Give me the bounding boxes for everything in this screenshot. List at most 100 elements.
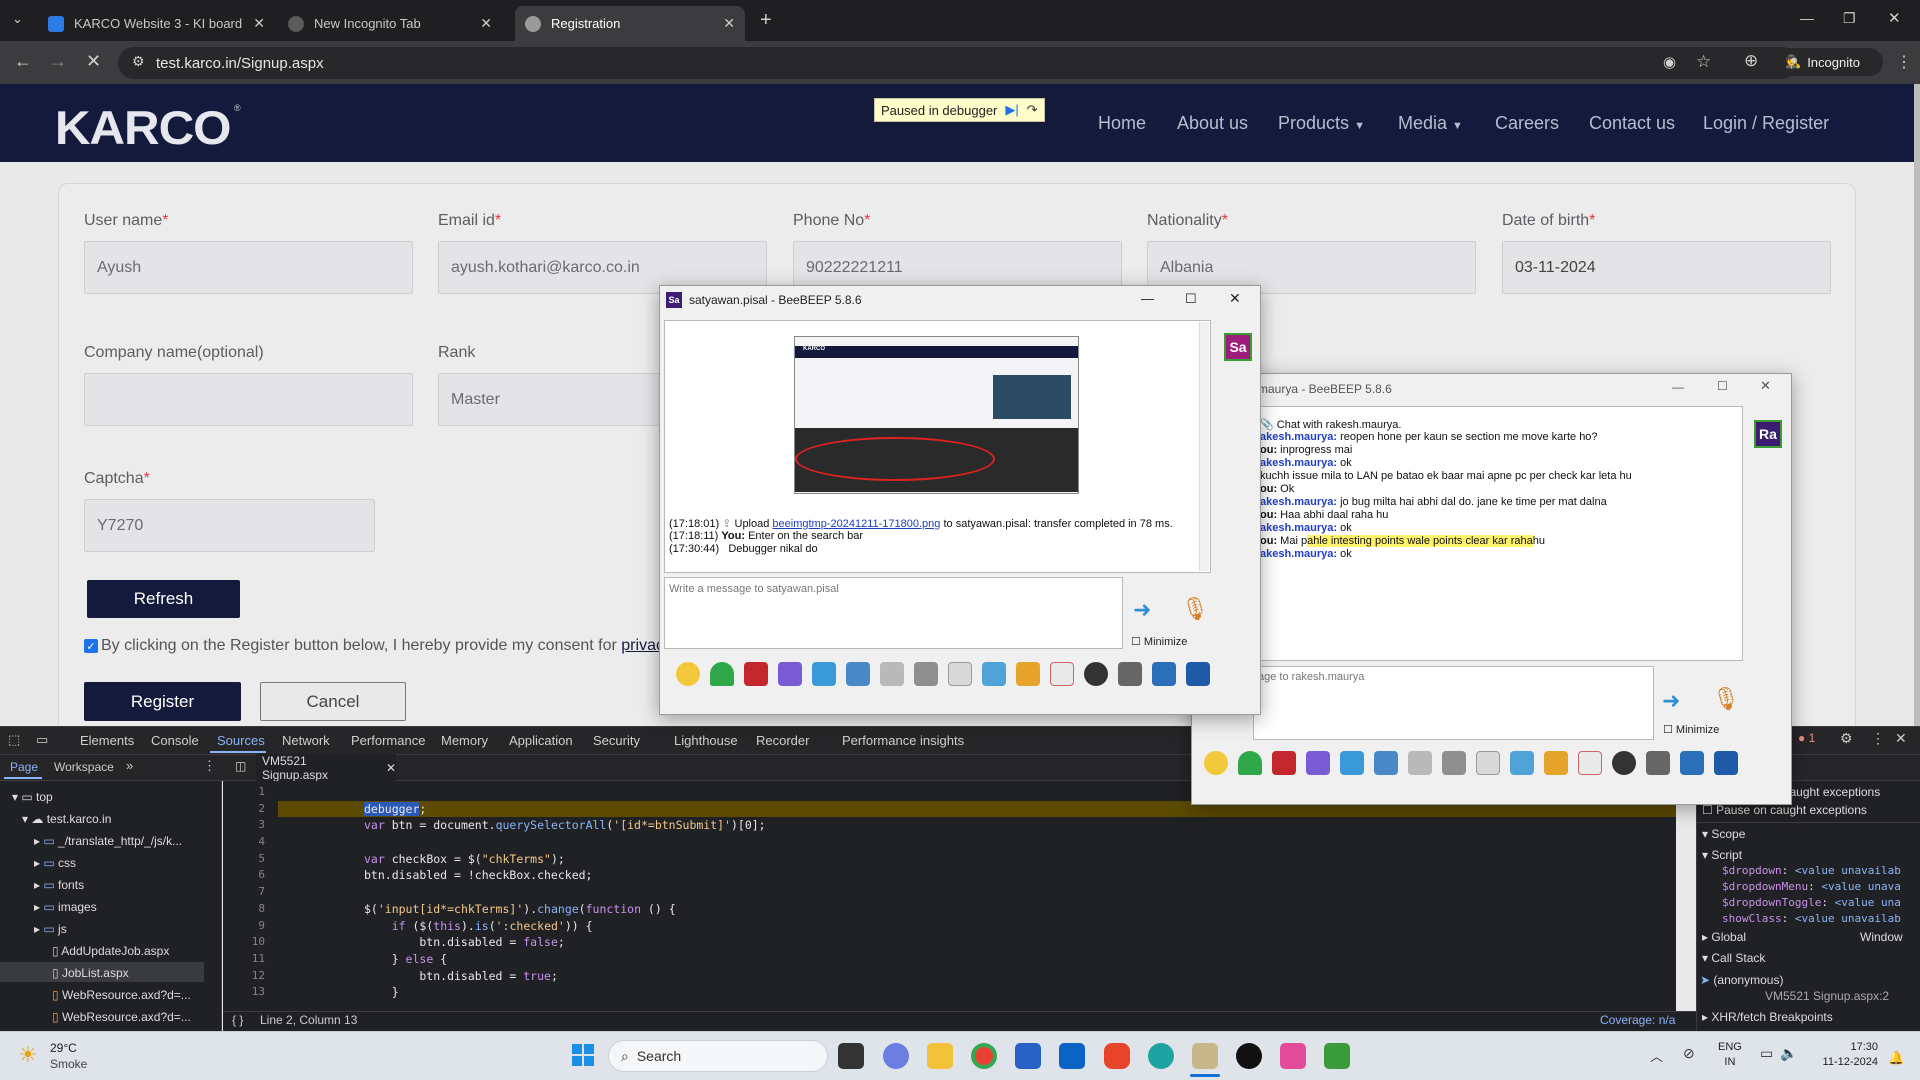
global-scope[interactable]: ▸ Global — [1702, 930, 1746, 944]
browser-tab-incognito[interactable]: New Incognito Tab ✕ — [278, 6, 502, 41]
tree-top[interactable]: ▾ ▭ top — [12, 790, 53, 804]
color-icon[interactable] — [710, 662, 734, 686]
close-tab-icon[interactable]: ✕ — [723, 15, 735, 32]
scope-section[interactable]: ▾ Scope — [1702, 827, 1745, 841]
send-file-icon[interactable] — [1544, 751, 1568, 775]
tree-folder-css[interactable]: ▸ ▭ css — [34, 856, 76, 870]
step-over-icon[interactable]: ↷ — [1027, 102, 1038, 118]
send-message-icon[interactable]: ➜ — [1133, 597, 1151, 623]
call-frame[interactable]: ➤ (anonymous) — [1700, 973, 1783, 987]
devtools-tab-recorder[interactable]: Recorder — [756, 733, 809, 748]
consent-checkbox[interactable]: ✓ — [84, 639, 98, 653]
devtools-menu-icon[interactable]: ⋮ — [1871, 730, 1885, 747]
new-tab-icon[interactable]: + — [760, 9, 772, 32]
restore-window-icon[interactable]: ❐ — [1843, 10, 1856, 27]
sources-tab-page[interactable]: Page — [10, 760, 38, 774]
dob-input[interactable]: 03-11-2024 — [1502, 241, 1831, 294]
nav-contact[interactable]: Contact us — [1589, 113, 1675, 134]
site-info-icon[interactable]: ⚙ — [132, 53, 145, 70]
voice-message-icon[interactable]: 🎙 — [1712, 686, 1740, 712]
more-tabs-chevron-icon[interactable]: » — [126, 758, 133, 773]
devtools-tab-memory[interactable]: Memory — [441, 733, 488, 748]
inspect-element-icon[interactable]: ⬚ — [8, 732, 20, 748]
close-window-icon[interactable]: ✕ — [1229, 290, 1241, 307]
spellcheck-icon[interactable] — [1408, 751, 1432, 775]
tree-file[interactable]: ▯ WebResource.axd?d=... — [52, 988, 191, 1002]
font-size-icon[interactable] — [914, 662, 938, 686]
obs-icon[interactable] — [1236, 1043, 1262, 1069]
devtools-tab-network[interactable]: Network — [282, 733, 330, 748]
nav-products[interactable]: Products ▼ — [1278, 113, 1365, 134]
maximize-window-icon[interactable]: ☐ — [1717, 379, 1728, 393]
tab-search-icon[interactable]: ⌄ — [12, 11, 23, 27]
copilot-icon[interactable] — [883, 1043, 909, 1069]
device-toolbar-icon[interactable]: ▭ — [36, 732, 48, 748]
minimize-window-icon[interactable]: — — [1800, 10, 1814, 26]
devtools-tab-lighthouse[interactable]: Lighthouse — [674, 733, 738, 748]
tree-folder-fonts[interactable]: ▸ ▭ fonts — [34, 878, 84, 892]
notifications-bell-icon[interactable]: 🔔 — [1888, 1050, 1904, 1066]
devtools-tab-application[interactable]: Application — [509, 733, 573, 748]
forward-icon[interactable]: → — [49, 51, 67, 72]
screenshot-icon[interactable] — [1612, 751, 1636, 775]
rank-select[interactable]: Master — [438, 373, 668, 426]
call-frame-location[interactable]: VM5521 Signup.aspx:2 — [1765, 989, 1889, 1003]
settings-gear-icon[interactable]: ⚙ — [1840, 730, 1853, 747]
snipping-tool-icon[interactable] — [1280, 1043, 1306, 1069]
devtools-tab-security[interactable]: Security — [593, 733, 640, 748]
close-tab-icon[interactable]: ✕ — [253, 15, 265, 32]
emoji-icon[interactable] — [676, 662, 700, 686]
minimize-option[interactable]: ☐ Minimize — [1663, 723, 1719, 736]
bookmark-star-icon[interactable]: ☆ — [1696, 52, 1711, 72]
username-input[interactable]: Ayush — [84, 241, 413, 294]
tree-file[interactable]: ▯ AddUpdateJob.aspx — [52, 944, 169, 958]
language-indicator[interactable]: ENG IN — [1718, 1040, 1742, 1070]
nav-careers[interactable]: Careers — [1495, 113, 1559, 134]
sound-icon[interactable] — [1476, 751, 1500, 775]
save-chat-icon[interactable] — [1510, 751, 1534, 775]
close-tab-icon[interactable]: ✕ — [480, 15, 492, 32]
folder-icon[interactable] — [1646, 751, 1670, 775]
nav-media[interactable]: Media ▼ — [1398, 113, 1463, 134]
minimize-window-icon[interactable]: — — [1141, 291, 1154, 306]
wps-office-icon[interactable] — [1104, 1043, 1130, 1069]
karco-logo[interactable]: KARCO — [55, 100, 232, 155]
show-hidden-icons-chevron-icon[interactable]: ︿ — [1650, 1046, 1663, 1065]
clock[interactable]: 17:30 11-12-2024 — [1818, 1040, 1878, 1070]
company-input[interactable] — [84, 373, 413, 426]
format-icon[interactable] — [1306, 751, 1330, 775]
menu-kebab-icon[interactable]: ⋮ — [1896, 52, 1912, 72]
close-devtools-icon[interactable]: ✕ — [1895, 730, 1907, 747]
incognito-badge[interactable]: 🕵 Incognito — [1773, 48, 1883, 76]
edge-icon[interactable] — [1148, 1043, 1174, 1069]
folder-icon[interactable] — [1118, 662, 1142, 686]
pause-caught-option[interactable]: ☐ Pause on caught exceptions — [1702, 803, 1867, 817]
eye-blocked-icon[interactable]: ◉ — [1663, 53, 1676, 71]
voice-message-icon[interactable]: 🎙 — [1181, 596, 1209, 622]
open-file-tab[interactable]: VM5521 Signup.aspx ✕ — [256, 754, 396, 782]
spellcheck-icon[interactable] — [880, 662, 904, 686]
register-button[interactable]: Register — [84, 682, 241, 721]
settings-gear-icon[interactable] — [1374, 751, 1398, 775]
send-file-icon[interactable] — [1016, 662, 1040, 686]
browser-tab-registration[interactable]: Registration ✕ — [515, 6, 745, 41]
resume-icon[interactable]: ▶| — [1005, 102, 1018, 118]
close-window-icon[interactable]: ✕ — [1888, 9, 1901, 27]
sources-tab-workspace[interactable]: Workspace — [54, 760, 114, 774]
font-icon[interactable] — [1272, 751, 1296, 775]
nav-login-register[interactable]: Login / Register — [1703, 113, 1829, 134]
settings-gear-icon[interactable] — [846, 662, 870, 686]
html-icon[interactable] — [1050, 662, 1074, 686]
weather-icon[interactable]: ☀ — [18, 1042, 38, 1068]
network-icon[interactable]: ⊘ — [1683, 1045, 1695, 1062]
filter-icon[interactable] — [812, 662, 836, 686]
browser-tab-karco[interactable]: KARCO Website 3 - KI board - A ✕ — [38, 6, 275, 41]
start-windows-icon[interactable] — [572, 1044, 594, 1066]
emoji-icon[interactable] — [1204, 751, 1228, 775]
group-icon[interactable] — [1186, 662, 1210, 686]
chat-scrollbar[interactable] — [1199, 322, 1209, 571]
task-manager-icon[interactable] — [1324, 1043, 1350, 1069]
download-icon[interactable]: ⊕ — [1744, 51, 1758, 71]
back-icon[interactable]: ← — [14, 51, 32, 72]
address-bar[interactable]: test.karco.in/Signup.aspx — [118, 47, 1798, 79]
